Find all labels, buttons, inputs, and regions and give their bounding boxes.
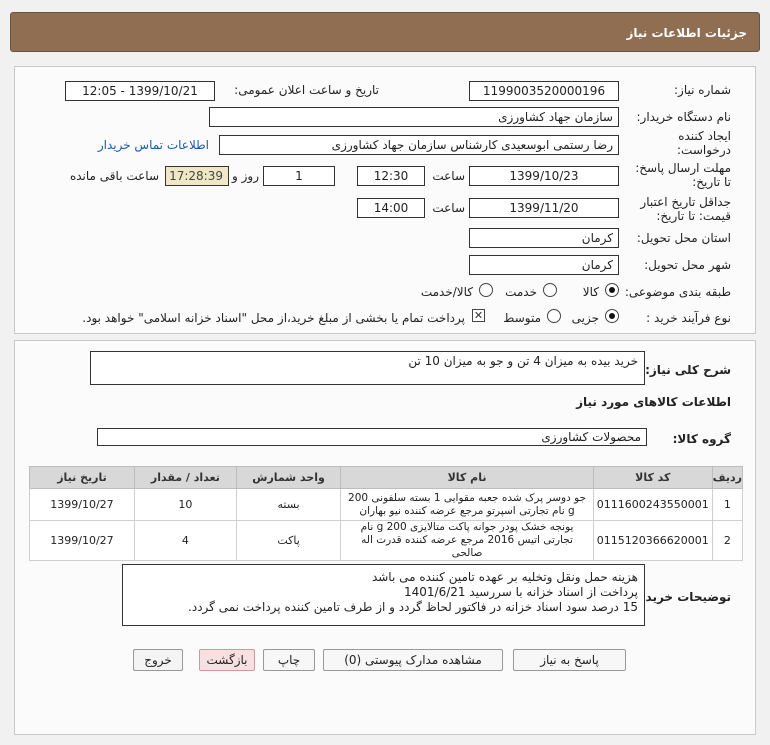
buyer-notes-box: هزینه حمل ونقل وتخلیه بر عهده تامین کنند… — [122, 564, 645, 626]
need-number-label: شماره نیاز: — [674, 83, 731, 97]
requester-field: رضا رستمی ابوسعیدی کارشناس سازمان جهاد ک… — [219, 135, 619, 155]
buyer-note-line: هزینه حمل ونقل وتخلیه بر عهده تامین کنند… — [371, 570, 638, 584]
summary-label: شرح کلی نیاز: — [645, 363, 731, 377]
general-info-panel: شماره نیاز: 1199003520000196 تاریخ و ساع… — [14, 66, 756, 334]
day-label: روز و — [232, 169, 259, 183]
remaining-label: ساعت باقی مانده — [69, 169, 159, 183]
category-service-label: خدمت — [505, 285, 537, 299]
category-service-radio[interactable] — [543, 283, 557, 297]
need-details-panel: شرح کلی نیاز: خرید بیده به میزان 4 تن و … — [14, 340, 756, 735]
print-button[interactable]: چاپ — [263, 649, 315, 671]
goods-qty: 10 — [133, 488, 237, 521]
announce-label: تاریخ و ساعت اعلان عمومی: — [234, 83, 379, 97]
view-attachments-button[interactable]: مشاهده مدارک پیوستی (0) — [323, 649, 503, 671]
goods-group-label: گروه کالا: — [672, 432, 731, 446]
process-medium-label: متوسط — [503, 311, 541, 325]
goods-date: 1399/10/27 — [29, 520, 135, 561]
table-row: 2 0115120366620001 یونجه خشک پودر جوانه … — [29, 520, 744, 561]
goods-unit: بسته — [235, 488, 342, 521]
page-title: جزئیات اطلاعات نیاز — [10, 12, 760, 52]
goods-group-field: محصولات کشاورزی — [97, 428, 647, 446]
buyer-note-line: 15 درصد سود اسناد خزانه در فاکتور لحاظ گ… — [188, 600, 638, 614]
category-goods-service-radio[interactable] — [479, 283, 493, 297]
buyer-org-field: سازمان جهاد کشاورزی — [209, 107, 619, 127]
deadline-time-field: 12:30 — [357, 166, 425, 186]
exit-button[interactable]: خروج — [133, 649, 183, 671]
goods-name: یونجه خشک پودر جوانه پاکت متالایزی 200 g… — [340, 520, 594, 561]
treasury-payment-checkbox[interactable]: ✕ — [472, 309, 485, 322]
header-code: کد کالا — [592, 466, 713, 489]
city-label: شهر محل تحویل: — [644, 258, 731, 272]
table-row: 1 0111600243550001 جو دوسر پرک شده جعبه … — [29, 488, 744, 521]
requester-label: ایجاد کننده درخواست: — [677, 129, 731, 157]
validity-hour-label: ساعت — [432, 201, 465, 215]
process-partial-label: جزیی — [571, 311, 599, 325]
goods-table: ردیف کد کالا نام کالا واحد شمارش تعداد /… — [29, 466, 744, 561]
goods-table-header: ردیف کد کالا نام کالا واحد شمارش تعداد /… — [29, 466, 744, 489]
announce-field: 1399/10/21 - 12:05 — [65, 81, 215, 101]
goods-name: جو دوسر پرک شده جعبه مقوایی 1 بسته سلفون… — [340, 488, 594, 521]
need-number-field: 1199003520000196 — [469, 81, 619, 101]
province-label: استان محل تحویل: — [636, 231, 731, 245]
row-number: 2 — [711, 520, 744, 561]
header-row-number: ردیف — [711, 466, 744, 489]
goods-qty: 4 — [133, 520, 237, 561]
header-qty: تعداد / مقدار — [133, 466, 237, 489]
summary-box: خرید بیده به میزان 4 تن و جو به میزان 10… — [90, 351, 645, 385]
buyer-org-label: نام دستگاه خریدار: — [636, 110, 732, 124]
contact-info-link[interactable]: اطلاعات تماس خریدار — [98, 138, 209, 152]
category-label: طبقه بندی موضوعی: — [624, 285, 731, 299]
validity-label: جداقل تاریخ اعتبار قیمت: تا تاریخ: — [640, 195, 731, 223]
reply-button[interactable]: پاسخ به نیاز — [513, 649, 626, 671]
process-partial-radio[interactable] — [605, 309, 619, 323]
process-label: نوع فرآیند خرید : — [646, 311, 731, 325]
deadline-date-field: 1399/10/23 — [469, 166, 619, 186]
category-goods-service-label: کالا/خدمت — [420, 285, 473, 299]
province-field: کرمان — [469, 228, 619, 248]
treasury-payment-note: پرداخت تمام یا بخشی از مبلغ خرید،از محل … — [82, 311, 465, 325]
goods-info-heading: اطلاعات کالاهای مورد نیاز — [576, 395, 731, 409]
remaining-time-field: 17:28:39 — [165, 166, 229, 186]
validity-date-field: 1399/11/20 — [469, 198, 619, 218]
buyer-note-line: پرداخت از اسناد خزانه با سررسید 1401/6/2… — [404, 585, 638, 599]
goods-code: 0111600243550001 — [592, 488, 713, 521]
back-button[interactable]: بازگشت — [199, 649, 255, 671]
row-number: 1 — [711, 488, 744, 521]
header-date: تاریخ نیاز — [29, 466, 135, 489]
goods-unit: پاکت — [235, 520, 342, 561]
city-field: کرمان — [469, 255, 619, 275]
validity-time-field: 14:00 — [357, 198, 425, 218]
deadline-label: مهلت ارسال پاسخ: تا تاریخ: — [635, 161, 731, 189]
deadline-hour-label: ساعت — [432, 169, 465, 183]
goods-date: 1399/10/27 — [29, 488, 135, 521]
header-unit: واحد شمارش — [235, 466, 342, 489]
category-goods-label: کالا — [582, 285, 599, 299]
category-goods-radio[interactable] — [605, 283, 619, 297]
days-field: 1 — [263, 166, 335, 186]
process-medium-radio[interactable] — [547, 309, 561, 323]
goods-code: 0115120366620001 — [592, 520, 713, 561]
header-name: نام کالا — [340, 466, 594, 489]
